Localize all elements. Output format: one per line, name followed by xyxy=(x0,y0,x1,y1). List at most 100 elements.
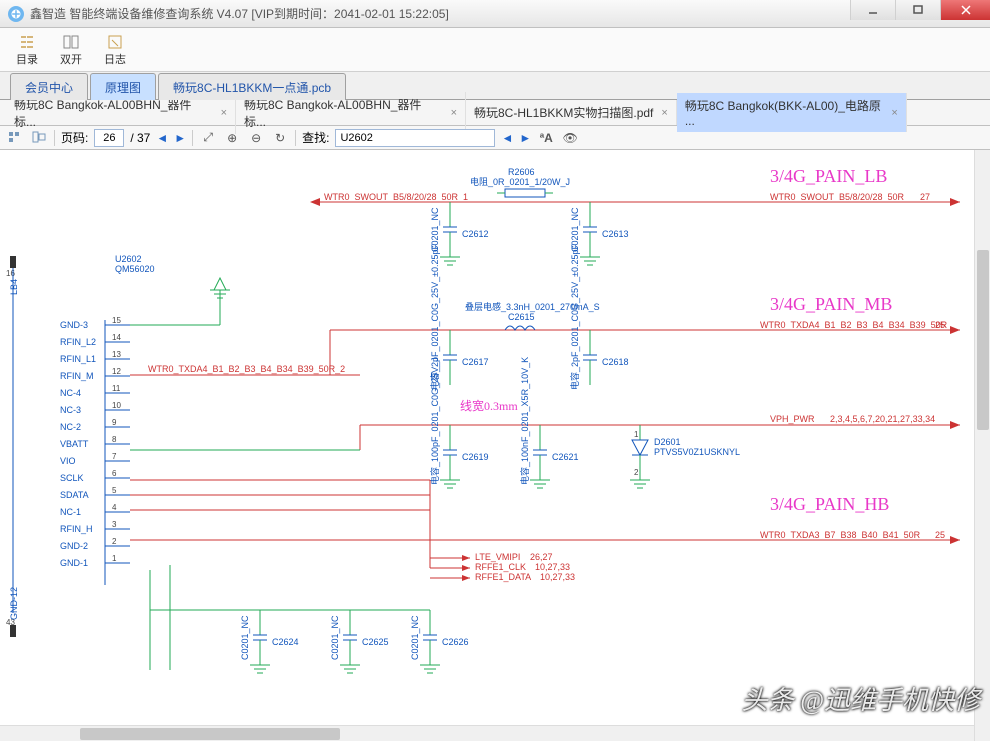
svg-text:10,27,33: 10,27,33 xyxy=(535,562,570,572)
refresh-icon[interactable]: ↻ xyxy=(271,129,289,147)
next-page-button[interactable]: ► xyxy=(174,131,186,145)
close-icon[interactable]: × xyxy=(661,107,667,119)
binoculars-icon[interactable]: 👁 xyxy=(561,129,579,147)
svg-text:U2602: U2602 xyxy=(115,254,142,264)
svg-text:RFFE1_DATA: RFFE1_DATA xyxy=(475,572,531,582)
fit-icon[interactable]: ⤢ xyxy=(199,129,217,147)
minimize-button[interactable] xyxy=(850,0,895,20)
svg-text:9: 9 xyxy=(112,418,117,427)
svg-text:13: 13 xyxy=(112,350,121,359)
svg-text:4: 4 xyxy=(112,503,117,512)
search-label: 查找: xyxy=(302,129,329,146)
svg-text:6: 6 xyxy=(112,469,117,478)
zoom-in-icon[interactable]: ⊕ xyxy=(223,129,241,147)
tab-schematic[interactable]: 原理图 xyxy=(90,73,156,100)
page-input[interactable] xyxy=(94,129,124,147)
titlebar: 鑫智造 智能终端设备维修查询系统 V4.07 [VIP到期时间：2041-02-… xyxy=(0,0,990,28)
doc-tab-3-label: 畅玩8C-HL1BKKM实物扫描图.pdf xyxy=(474,104,653,121)
case-icon[interactable]: ªA xyxy=(537,129,555,147)
doc-tab-3[interactable]: 畅玩8C-HL1BKKM实物扫描图.pdf × xyxy=(466,100,677,125)
svg-text:C0201_NC: C0201_NC xyxy=(410,615,420,660)
svg-text:C2612: C2612 xyxy=(462,229,489,239)
svg-text:8: 8 xyxy=(112,435,117,444)
search-prev-button[interactable]: ◄ xyxy=(501,131,513,145)
svg-text:GND-1: GND-1 xyxy=(60,558,88,568)
scrollbar-thumb[interactable] xyxy=(977,250,989,430)
svg-text:C2624: C2624 xyxy=(272,637,299,647)
svg-text:3/4G_PAIN_LB: 3/4G_PAIN_LB xyxy=(770,166,887,186)
svg-text:WTR0_SWOUT_B5/8/20/28_50R: WTR0_SWOUT_B5/8/20/28_50R xyxy=(770,192,905,202)
svg-text:LB4: LB4 xyxy=(9,279,19,295)
svg-text:VPH_PWR: VPH_PWR xyxy=(770,414,815,424)
doc-tab-1-label: 畅玩8C Bangkok-AL00BHN_器件标... xyxy=(14,96,213,130)
dual-button[interactable]: 双开 xyxy=(50,32,92,68)
svg-text:RFFE1_CLK: RFFE1_CLK xyxy=(475,562,526,572)
svg-text:PTVS5V0Z1USKNYL: PTVS5V0Z1USKNYL xyxy=(654,447,740,457)
log-label: 日志 xyxy=(104,51,126,67)
tab-member[interactable]: 会员中心 xyxy=(10,73,88,100)
svg-text:3/4G_PAIN_MB: 3/4G_PAIN_MB xyxy=(770,294,892,314)
page-total: / 37 xyxy=(130,131,150,145)
svg-text:25: 25 xyxy=(935,320,945,330)
watermark: 头条 @迅维手机快修 xyxy=(742,680,980,717)
svg-text:WTR0_TXDA3_B7_B38_B40_B41_50R: WTR0_TXDA3_B7_B38_B40_B41_50R xyxy=(760,530,921,540)
svg-text:电容_100nF_0201_X5R_10V_K: 电容_100nF_0201_X5R_10V_K xyxy=(519,357,530,485)
svg-text:WTR0_TXDA4_B1_B2_B3_B4_B34_B39: WTR0_TXDA4_B1_B2_B3_B4_B34_B39_50R xyxy=(760,320,948,330)
svg-text:1: 1 xyxy=(634,430,639,439)
svg-text:R2606: R2606 xyxy=(508,167,535,177)
svg-text:2,3,4,5,6,7,20,21,27,33,34: 2,3,4,5,6,7,20,21,27,33,34 xyxy=(830,414,935,424)
scrollbar-thumb[interactable] xyxy=(80,728,340,740)
schematic-canvas[interactable]: 16 43 LB4 GND-12 U2602 QM56020 15GND-314… xyxy=(0,150,990,741)
close-icon[interactable]: × xyxy=(221,107,227,119)
svg-text:25: 25 xyxy=(935,530,945,540)
tree-icon xyxy=(19,34,35,50)
svg-text:11: 11 xyxy=(112,384,121,393)
svg-text:RFIN_H: RFIN_H xyxy=(60,524,93,534)
svg-text:12: 12 xyxy=(112,367,121,376)
svg-text:C2619: C2619 xyxy=(462,452,489,462)
svg-text:C2617: C2617 xyxy=(462,357,489,367)
svg-text:GND-2: GND-2 xyxy=(60,541,88,551)
svg-text:SDATA: SDATA xyxy=(60,490,89,500)
svg-text:GND-3: GND-3 xyxy=(60,320,88,330)
doc-tab-4[interactable]: 畅玩8C Bangkok(BKK-AL00)_电路原 ... × xyxy=(677,93,907,132)
search-next-button[interactable]: ► xyxy=(519,131,531,145)
zoom-out-icon[interactable]: ⊖ xyxy=(247,129,265,147)
search-input[interactable] xyxy=(335,129,495,147)
columns-icon xyxy=(63,34,79,50)
svg-text:14: 14 xyxy=(112,333,121,342)
window-buttons xyxy=(850,0,990,27)
log-button[interactable]: 日志 xyxy=(94,32,136,68)
close-icon[interactable]: × xyxy=(891,107,897,119)
grid-icon[interactable] xyxy=(6,129,24,147)
prev-page-button[interactable]: ◄ xyxy=(156,131,168,145)
doc-tab-4-label: 畅玩8C Bangkok(BKK-AL00)_电路原 ... xyxy=(685,97,884,128)
main-toolbar: 目录 双开 日志 xyxy=(0,28,990,72)
svg-text:C0201_NC: C0201_NC xyxy=(330,615,340,660)
svg-text:RFIN_L1: RFIN_L1 xyxy=(60,354,96,364)
svg-text:LTE_VMIPI: LTE_VMIPI xyxy=(475,552,520,562)
svg-text:NC-4: NC-4 xyxy=(60,388,81,398)
close-button[interactable] xyxy=(940,0,990,20)
svg-text:电容_100pF_0201_C0G_25V_J: 电容_100pF_0201_C0G_25V_J xyxy=(429,357,440,485)
maximize-button[interactable] xyxy=(895,0,940,20)
svg-text:C2625: C2625 xyxy=(362,637,389,647)
svg-text:SCLK: SCLK xyxy=(60,473,84,483)
toc-button[interactable]: 目录 xyxy=(6,32,48,68)
svg-text:QM56020: QM56020 xyxy=(115,264,155,274)
vertical-scrollbar[interactable] xyxy=(974,150,990,741)
svg-text:C2615: C2615 xyxy=(508,312,535,322)
toc-label: 目录 xyxy=(16,51,38,67)
horizontal-scrollbar[interactable] xyxy=(0,725,974,741)
svg-text:7: 7 xyxy=(112,452,117,461)
close-icon[interactable]: × xyxy=(451,107,457,119)
svg-text:27: 27 xyxy=(920,192,930,202)
svg-text:2: 2 xyxy=(634,468,639,477)
svg-text:VBATT: VBATT xyxy=(60,439,89,449)
svg-text:15: 15 xyxy=(112,316,121,325)
note-icon xyxy=(107,34,123,50)
svg-text:26,27: 26,27 xyxy=(530,552,553,562)
rotate-icon[interactable] xyxy=(30,129,48,147)
svg-text:RFIN_M: RFIN_M xyxy=(60,371,94,381)
tab-pcb[interactable]: 畅玩8C-HL1BKKM一点通.pcb xyxy=(158,73,346,100)
